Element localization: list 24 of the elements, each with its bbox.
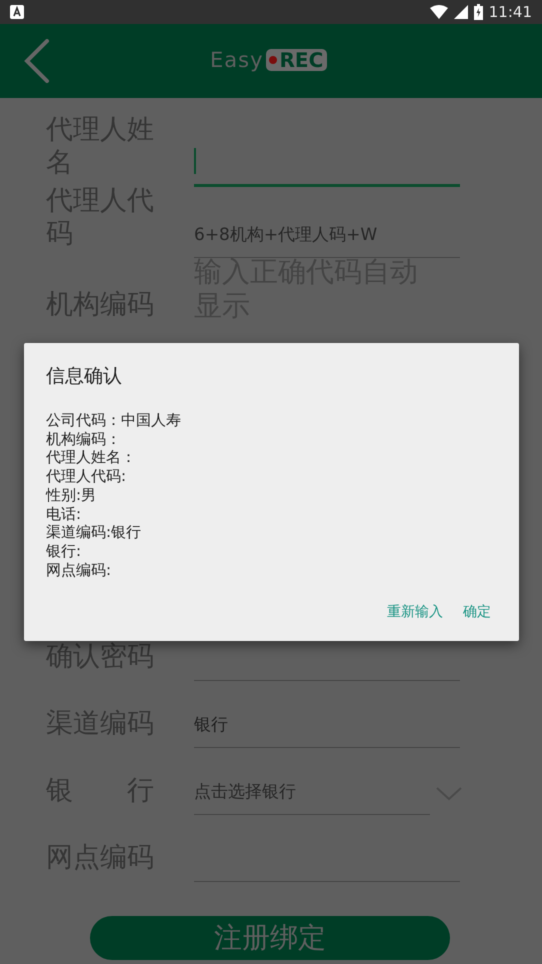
- dialog-title: 信息确认: [46, 364, 123, 389]
- signal-icon: [454, 5, 468, 19]
- info-line: 代理人姓名：: [46, 448, 137, 468]
- info-line: 银行:: [46, 542, 82, 561]
- notification-icon: [10, 5, 24, 19]
- input-field[interactable]: 银行: [194, 701, 460, 748]
- battery-icon: [474, 4, 483, 20]
- info-line: 代理人代码:: [46, 467, 128, 486]
- input-field[interactable]: 6+8机构+代理人码+W: [194, 211, 460, 258]
- info-line: 机构编码：: [46, 430, 122, 448]
- wifi-icon: [430, 5, 448, 19]
- dialog-button[interactable]: 重新输入: [381, 599, 449, 625]
- logo-text: Easy: [210, 48, 264, 72]
- submit-button[interactable]: 注册绑定: [90, 916, 450, 960]
- clock-time: 11:41: [488, 3, 532, 21]
- back-icon[interactable]: [24, 39, 50, 83]
- logo-badge: REC: [266, 49, 328, 71]
- info-line: 渠道编码:银行: [46, 523, 142, 542]
- info-line: 电话:: [46, 504, 82, 524]
- info-line: 公司代码：中国人寿: [46, 411, 182, 430]
- bank-dropdown[interactable]: 点击选择银行: [194, 768, 430, 815]
- dialog-button[interactable]: 确定: [457, 599, 497, 625]
- info-line: 网点编码:: [46, 560, 112, 580]
- info-line: 性别:男: [46, 486, 98, 505]
